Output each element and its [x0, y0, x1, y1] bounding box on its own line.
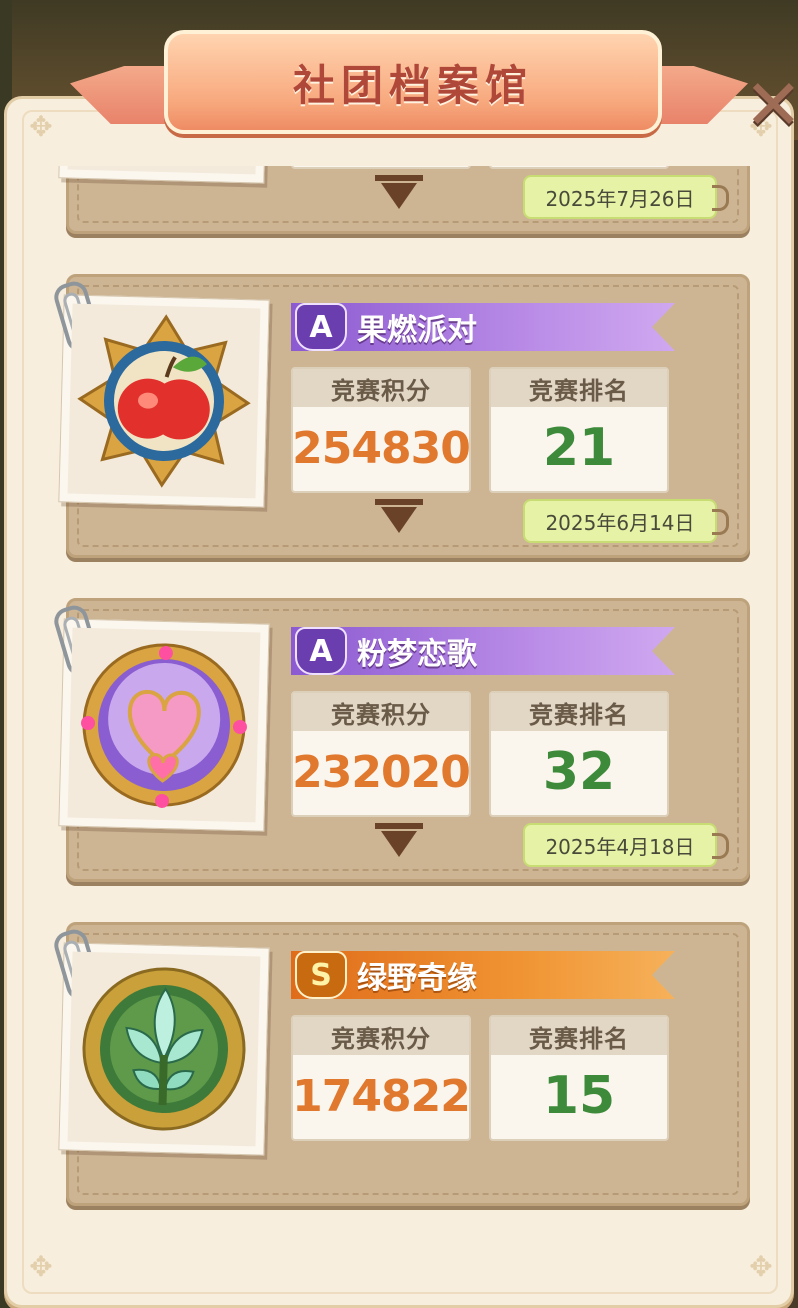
record-photo: [50, 926, 270, 1156]
record-photo: [50, 278, 270, 508]
date-tag: 2025年6月14日: [523, 499, 729, 543]
rank-box: 竞赛排名 21: [489, 367, 669, 493]
date-tag: 2025年4月18日: [523, 823, 729, 867]
score-label: 竞赛积分: [293, 693, 469, 731]
score-box: 竞赛积分 254830: [291, 367, 471, 493]
event-title-banner: A 粉梦恋歌: [291, 627, 675, 675]
records-scroll-area[interactable]: 竞赛积分 229040 竞赛排名 35 2025年7月26日: [22, 166, 778, 1240]
score-value: 232020: [292, 746, 471, 798]
rank-value: 21: [542, 418, 616, 478]
header-banner: 社团档案馆: [70, 30, 748, 134]
page-title: 社团档案馆: [292, 60, 533, 110]
score-box: 竞赛积分 232020: [291, 691, 471, 817]
expand-arrow-icon[interactable]: [375, 823, 423, 861]
rank-value: 32: [542, 742, 616, 802]
grade-badge: A: [295, 627, 347, 675]
close-icon: ✕: [744, 64, 798, 146]
heart-badge-icon: [81, 643, 247, 808]
event-title-banner: S 绿野奇缘: [291, 951, 675, 999]
rank-box: 竞赛排名 35: [489, 166, 669, 169]
corner-ornament-icon: ✥: [29, 1250, 53, 1283]
score-box: 竞赛积分 229040: [291, 166, 471, 169]
apple-badge-icon: [77, 314, 251, 488]
rank-label: 竞赛排名: [491, 1017, 667, 1055]
score-box: 竞赛积分 174822: [291, 1015, 471, 1141]
corner-ornament-icon: ✥: [29, 110, 53, 143]
score-label: 竞赛积分: [293, 1017, 469, 1055]
leaf-badge-icon: [82, 967, 246, 1131]
record-card: A 果燃派对 竞赛积分 254830 竞赛排名 21 2025年6月14日: [50, 274, 750, 558]
record-card: S 绿野奇缘 竞赛积分 174822 竞赛排名 15: [50, 922, 750, 1206]
rank-box: 竞赛排名 32: [489, 691, 669, 817]
event-name: 粉梦恋歌: [357, 637, 477, 672]
score-value: 254830: [292, 422, 471, 474]
palace-badge-icon: [72, 166, 257, 169]
expand-arrow-icon[interactable]: [375, 499, 423, 537]
expand-arrow-icon[interactable]: [375, 175, 423, 213]
event-name: 果燃派对: [357, 313, 477, 348]
record-card: A 粉梦恋歌 竞赛积分 232020 竞赛排名 32 2025年4月18日: [50, 598, 750, 882]
score-label: 竞赛积分: [293, 369, 469, 407]
rank-label: 竞赛排名: [491, 369, 667, 407]
rank-box: 竞赛排名 15: [489, 1015, 669, 1141]
corner-ornament-icon: ✥: [749, 1250, 773, 1283]
close-button[interactable]: ✕: [744, 70, 798, 140]
rank-value: 15: [542, 1066, 616, 1126]
record-photo: [50, 602, 270, 832]
score-value: 174822: [292, 1070, 471, 1122]
grade-badge: S: [295, 951, 347, 999]
header-plate: 社团档案馆: [164, 30, 662, 134]
grade-badge: A: [295, 303, 347, 351]
record-card: 竞赛积分 229040 竞赛排名 35 2025年7月26日: [58, 166, 750, 234]
date-tag: 2025年7月26日: [523, 175, 729, 219]
rank-label: 竞赛排名: [491, 693, 667, 731]
event-name: 绿野奇缘: [357, 961, 477, 996]
event-title-banner: A 果燃派对: [291, 303, 675, 351]
